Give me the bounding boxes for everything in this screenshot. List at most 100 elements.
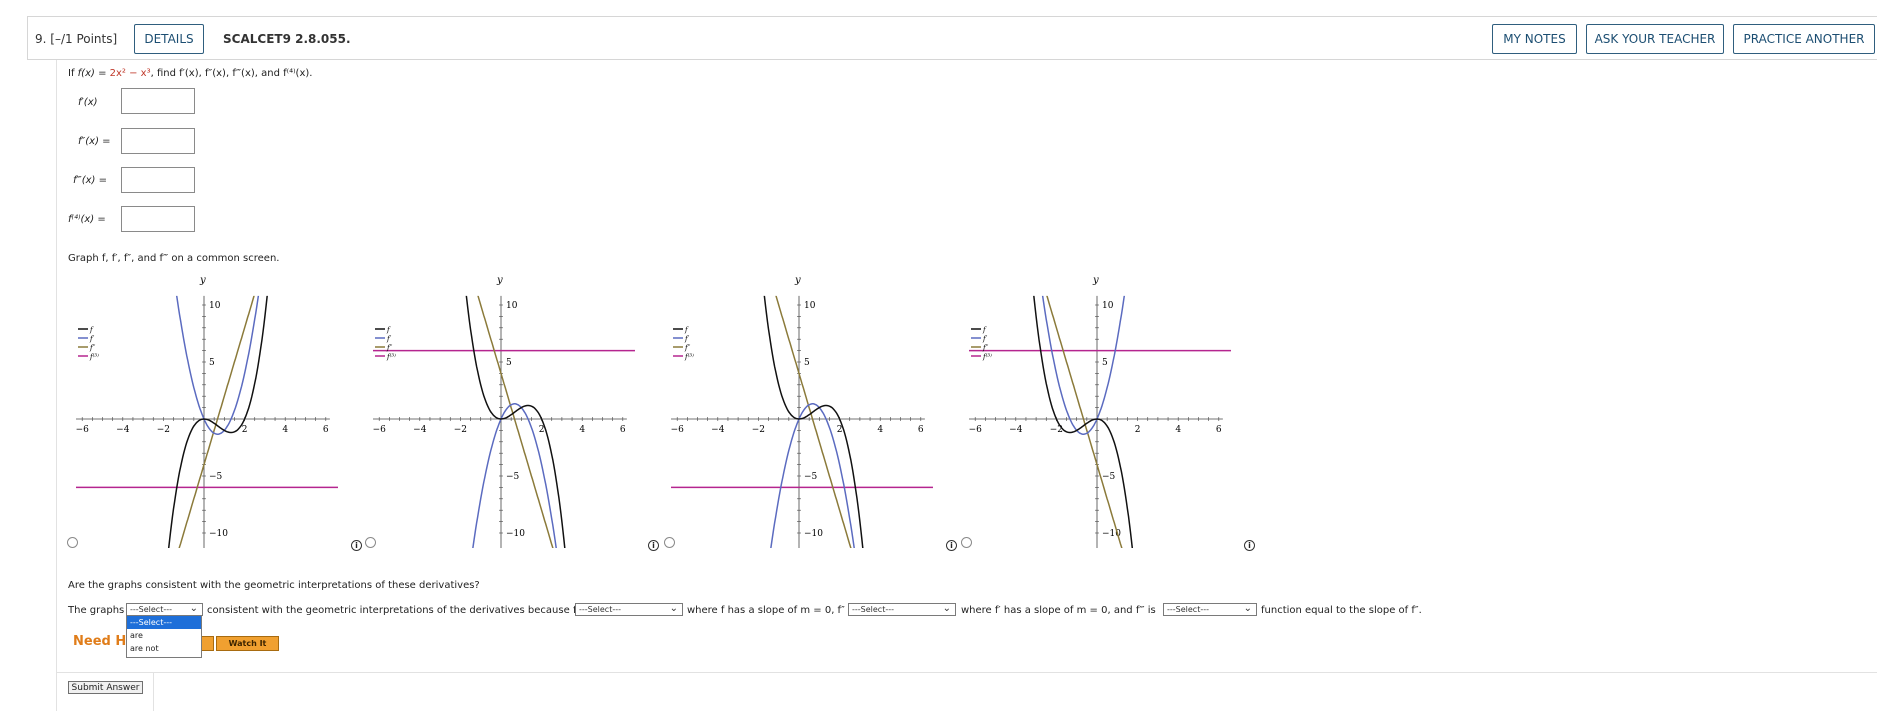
f-triple-prime-input[interactable] [121, 167, 195, 193]
legend-label: f⁽³⁾ [982, 352, 992, 361]
assignment-id: SCALCET9 2.8.055. [223, 32, 351, 46]
sentence-part-4: where f′ has a slope of m = 0, and f‴ is [961, 605, 1156, 616]
y-tick-label: −10 [209, 529, 228, 539]
graph-option-2: xy−6−4−2246105−5−10ff′f″f⁽³⁾ [373, 275, 635, 548]
legend-label: f″ [684, 344, 691, 352]
graph-option-2-radio[interactable] [365, 537, 376, 548]
f-triple-prime-select[interactable]: ---Select--- ⌄ [1163, 603, 1257, 616]
y-tick-label: −10 [506, 529, 525, 539]
x-tick-label: −4 [711, 425, 725, 435]
x-tick-label: −2 [454, 425, 467, 435]
legend-label: f⁽³⁾ [386, 352, 396, 361]
select-value: ---Select--- [852, 605, 894, 614]
info-icon[interactable]: i [1244, 540, 1255, 551]
y-axis-label: y [1092, 275, 1099, 286]
curve-f [167, 295, 268, 548]
legend-label: f⁽³⁾ [89, 352, 99, 361]
legend-label: f′ [386, 335, 392, 343]
y-tick-label: −10 [804, 529, 823, 539]
dropdown-option[interactable]: ---Select--- [127, 616, 201, 629]
graph-option-4-radio[interactable] [961, 537, 972, 548]
select-value: ---Select--- [1167, 605, 1209, 614]
graph-option-4: xy−6−4−2246105−5−10ff′f″f⁽³⁾ [969, 275, 1231, 548]
curve-f [465, 295, 566, 548]
f-double-prime-input[interactable] [121, 128, 195, 154]
select-value: ---Select--- [130, 605, 172, 614]
f-fourth-input[interactable] [121, 206, 195, 232]
consistency-question: Are the graphs consistent with the geome… [68, 580, 480, 591]
legend-label: f″ [386, 344, 393, 352]
y-tick-label: −5 [506, 472, 520, 482]
ask-your-teacher-button[interactable]: ASK YOUR TEACHER [1586, 24, 1724, 54]
y-axis-label: y [496, 275, 503, 286]
dropdown-option[interactable]: are [127, 629, 201, 642]
graph-option-1-radio[interactable] [67, 537, 78, 548]
y-axis-label: y [794, 275, 801, 286]
graphs-are-dropdown: ---Select--- are are not [126, 615, 202, 658]
graph-option-3-radio[interactable] [664, 537, 675, 548]
divider [56, 672, 1877, 673]
x-tick-label: −6 [373, 425, 386, 435]
x-tick-label: 2 [1135, 425, 1141, 435]
x-tick-label: 4 [877, 425, 883, 435]
legend-label: f⁽³⁾ [684, 352, 694, 361]
curve-f2 [178, 295, 255, 548]
legend-label: f″ [982, 344, 989, 352]
sentence-part-5: function equal to the slope of f″. [1261, 605, 1422, 616]
x-tick-label: −6 [969, 425, 982, 435]
x-tick-label: 4 [1175, 425, 1181, 435]
label-f-triple-prime: f‴(x) = [73, 175, 107, 186]
select-value: ---Select--- [579, 605, 621, 614]
y-tick-label: −5 [209, 472, 223, 482]
my-notes-button[interactable]: MY NOTES [1492, 24, 1577, 54]
sentence-part-2: consistent with the geometric interpreta… [207, 605, 579, 616]
legend-label: f [89, 326, 94, 334]
question-points: 9. [–/1 Points] [35, 32, 118, 46]
details-button[interactable]: DETAILS [134, 24, 204, 54]
y-tick-label: 5 [804, 358, 810, 368]
x-tick-label: −4 [413, 425, 427, 435]
legend-label: f [982, 326, 987, 334]
intro-prefix: If [68, 68, 78, 79]
graph-prompt: Graph f, f′, f″, and f‴ on a common scre… [68, 253, 280, 264]
chevron-down-icon: ⌄ [942, 603, 951, 614]
curve-f [763, 295, 864, 548]
legend-label: f′ [684, 335, 690, 343]
y-tick-label: −5 [1102, 472, 1116, 482]
info-icon[interactable]: i [946, 540, 957, 551]
intro-fx: f(x) = [77, 68, 110, 79]
y-tick-label: 5 [1102, 358, 1108, 368]
label-f-fourth: f⁽⁴⁾(x) = [68, 214, 106, 225]
dropdown-option[interactable]: are not [127, 642, 201, 655]
info-icon[interactable]: i [648, 540, 659, 551]
f-double-prime-select[interactable]: ---Select--- ⌄ [848, 603, 956, 616]
legend-label: f [386, 326, 391, 334]
legend-label: f′ [89, 335, 95, 343]
x-tick-label: −4 [1009, 425, 1023, 435]
chevron-down-icon: ⌄ [669, 603, 678, 614]
x-tick-label: −2 [157, 425, 170, 435]
f-prime-input[interactable] [121, 88, 195, 114]
info-icon[interactable]: i [351, 540, 362, 551]
x-tick-label: 2 [242, 425, 248, 435]
submit-answer-button[interactable]: Submit Answer [68, 681, 143, 694]
question-intro: If f(x) = 2x² − x³, find f′(x), f″(x), f… [68, 68, 312, 79]
legend-label: f [684, 326, 689, 334]
f-prime-select[interactable]: ---Select--- ⌄ [575, 603, 683, 616]
x-tick-label: 6 [620, 425, 626, 435]
watch-it-button[interactable]: Watch It [216, 636, 279, 651]
y-tick-label: 5 [209, 358, 215, 368]
curve-f2 [775, 295, 852, 548]
x-tick-label: 2 [539, 425, 545, 435]
x-tick-label: 2 [837, 425, 843, 435]
chevron-down-icon: ⌄ [189, 603, 198, 614]
practice-another-button[interactable]: PRACTICE ANOTHER [1733, 24, 1875, 54]
label-f-double-prime: f″(x) = [78, 136, 111, 147]
y-tick-label: 10 [209, 301, 221, 311]
curve-f2 [477, 295, 554, 548]
read-it-button[interactable] [200, 636, 214, 651]
chevron-down-icon: ⌄ [1243, 603, 1252, 614]
x-tick-label: 6 [918, 425, 924, 435]
x-tick-label: 4 [579, 425, 585, 435]
y-tick-label: 10 [506, 301, 518, 311]
